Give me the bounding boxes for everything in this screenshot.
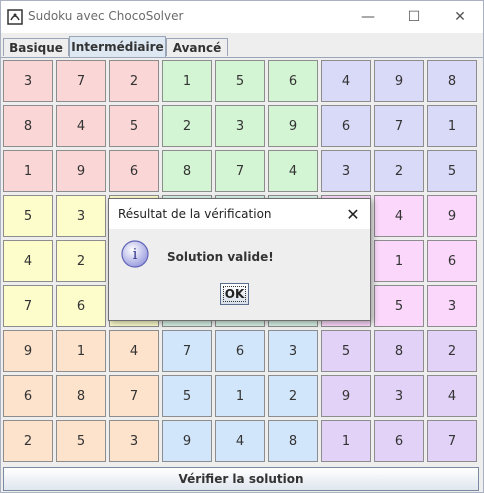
- sudoku-cell[interactable]: 8: [3, 105, 53, 147]
- dialog-message: Solution valide!: [167, 250, 274, 264]
- dialog-title-bar: Résultat de la vérification ✕: [109, 199, 370, 229]
- sudoku-cell[interactable]: 4: [321, 60, 371, 102]
- sudoku-cell[interactable]: 1: [56, 330, 106, 372]
- info-icon: i: [121, 240, 149, 268]
- tab-label: Intermédiaire: [71, 40, 164, 54]
- maximize-button[interactable]: ☐: [391, 1, 437, 33]
- close-button[interactable]: ✕: [437, 1, 483, 33]
- sudoku-cell[interactable]: 5: [321, 330, 371, 372]
- sudoku-cell[interactable]: 6: [215, 330, 265, 372]
- sudoku-cell[interactable]: 6: [109, 150, 159, 192]
- sudoku-cell[interactable]: 2: [109, 60, 159, 102]
- sudoku-cell[interactable]: 4: [3, 240, 53, 282]
- sudoku-cell[interactable]: 6: [427, 240, 477, 282]
- sudoku-cell[interactable]: 7: [215, 150, 265, 192]
- sudoku-cell[interactable]: 9: [321, 375, 371, 417]
- sudoku-cell[interactable]: 4: [56, 105, 106, 147]
- dialog-close-button[interactable]: ✕: [341, 202, 365, 226]
- sudoku-cell[interactable]: 3: [374, 375, 424, 417]
- sudoku-cell[interactable]: 8: [268, 420, 318, 462]
- sudoku-cell[interactable]: 6: [3, 375, 53, 417]
- sudoku-cell[interactable]: 2: [3, 420, 53, 462]
- sudoku-cell[interactable]: 3: [321, 150, 371, 192]
- sudoku-cell[interactable]: 3: [268, 330, 318, 372]
- ok-button[interactable]: OK: [220, 283, 249, 305]
- sudoku-cell[interactable]: 7: [374, 105, 424, 147]
- sudoku-cell[interactable]: 9: [427, 195, 477, 237]
- sudoku-cell[interactable]: 5: [427, 150, 477, 192]
- sudoku-cell[interactable]: 5: [3, 195, 53, 237]
- sudoku-cell[interactable]: 2: [427, 330, 477, 372]
- sudoku-cell[interactable]: 3: [109, 420, 159, 462]
- sudoku-cell[interactable]: 7: [109, 375, 159, 417]
- close-icon: ✕: [454, 9, 466, 25]
- sudoku-cell[interactable]: 9: [268, 105, 318, 147]
- sudoku-cell[interactable]: 4: [215, 420, 265, 462]
- tab-label: Basique: [9, 40, 63, 55]
- sudoku-cell[interactable]: 3: [215, 105, 265, 147]
- sudoku-cell[interactable]: 1: [374, 240, 424, 282]
- sudoku-cell[interactable]: 8: [374, 330, 424, 372]
- java-app-icon: [7, 9, 23, 25]
- sudoku-cell[interactable]: 3: [3, 60, 53, 102]
- sudoku-cell[interactable]: 5: [215, 60, 265, 102]
- sudoku-cell[interactable]: 5: [56, 420, 106, 462]
- sudoku-cell[interactable]: 9: [374, 60, 424, 102]
- verify-button-label: Vérifier la solution: [178, 472, 304, 486]
- sudoku-cell[interactable]: 2: [162, 105, 212, 147]
- sudoku-cell[interactable]: 2: [374, 150, 424, 192]
- tab-label: Avancé: [172, 40, 222, 55]
- sudoku-cell[interactable]: 7: [3, 285, 53, 327]
- sudoku-cell[interactable]: 2: [268, 375, 318, 417]
- sudoku-cell[interactable]: 7: [427, 420, 477, 462]
- sudoku-cell[interactable]: 4: [109, 330, 159, 372]
- sudoku-cell[interactable]: 7: [56, 60, 106, 102]
- sudoku-cell[interactable]: 6: [321, 105, 371, 147]
- sudoku-cell[interactable]: 4: [268, 150, 318, 192]
- sudoku-cell[interactable]: 4: [427, 375, 477, 417]
- sudoku-cell[interactable]: 5: [162, 375, 212, 417]
- verification-dialog: Résultat de la vérification ✕ i Solution…: [108, 198, 371, 321]
- sudoku-cell[interactable]: 2: [56, 240, 106, 282]
- title-bar: Sudoku avec ChocoSolver — ☐ ✕: [1, 1, 483, 33]
- sudoku-cell[interactable]: 1: [162, 60, 212, 102]
- sudoku-cell[interactable]: 1: [215, 375, 265, 417]
- close-icon: ✕: [346, 204, 360, 224]
- sudoku-cell[interactable]: 1: [321, 420, 371, 462]
- ok-button-label: OK: [224, 287, 245, 301]
- sudoku-cell[interactable]: 1: [427, 105, 477, 147]
- verify-solution-button[interactable]: Vérifier la solution: [3, 467, 479, 491]
- sudoku-cell[interactable]: 8: [162, 150, 212, 192]
- minimize-button[interactable]: —: [345, 1, 391, 33]
- sudoku-cell[interactable]: 8: [427, 60, 477, 102]
- window-title: Sudoku avec ChocoSolver: [28, 9, 184, 23]
- minimize-icon: —: [361, 9, 375, 25]
- sudoku-cell[interactable]: 9: [56, 150, 106, 192]
- sudoku-cell[interactable]: 3: [427, 285, 477, 327]
- sudoku-cell[interactable]: 3: [56, 195, 106, 237]
- sudoku-cell[interactable]: 6: [374, 420, 424, 462]
- sudoku-cell[interactable]: 4: [374, 195, 424, 237]
- tab-basique[interactable]: Basique: [3, 38, 69, 56]
- tab-bar: Basique Intermédiaire Avancé: [1, 35, 483, 58]
- tab-intermediaire[interactable]: Intermédiaire: [69, 36, 166, 57]
- sudoku-cell[interactable]: 6: [268, 60, 318, 102]
- sudoku-cell[interactable]: 8: [56, 375, 106, 417]
- dialog-title: Résultat de la vérification: [118, 207, 272, 221]
- sudoku-cell[interactable]: 1: [3, 150, 53, 192]
- sudoku-cell[interactable]: 9: [3, 330, 53, 372]
- tab-avance[interactable]: Avancé: [166, 38, 228, 56]
- sudoku-cell[interactable]: 5: [109, 105, 159, 147]
- sudoku-cell[interactable]: 9: [162, 420, 212, 462]
- maximize-icon: ☐: [407, 9, 421, 25]
- svg-text:i: i: [133, 245, 138, 263]
- sudoku-cell[interactable]: 5: [374, 285, 424, 327]
- app-window: Sudoku avec ChocoSolver — ☐ ✕ Basique In…: [0, 0, 484, 493]
- sudoku-cell[interactable]: 7: [162, 330, 212, 372]
- sudoku-cell[interactable]: 6: [56, 285, 106, 327]
